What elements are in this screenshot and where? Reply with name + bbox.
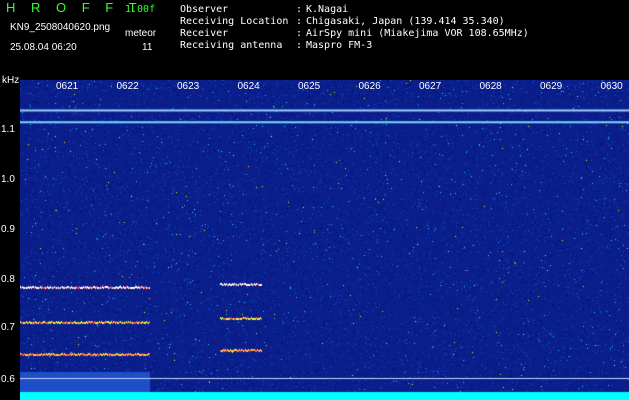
meta-sep: :	[296, 16, 303, 27]
y-axis-label: kHz	[2, 75, 20, 86]
x-tick-label: 0622	[116, 81, 139, 92]
y-tick-label: 1.1	[1, 124, 15, 135]
y-tick-label: 0.6	[1, 374, 15, 385]
meta-sep: :	[296, 28, 303, 39]
x-tick-label: 0630	[600, 81, 623, 92]
x-tick-label: 0628	[479, 81, 502, 92]
x-tick-label: 0626	[358, 81, 381, 92]
y-tick-label: 1.0	[1, 174, 15, 185]
x-tick-label: 0621	[56, 81, 79, 92]
y-tick-label: 0.9	[1, 224, 15, 235]
filename-label: KN9_2508040620.png	[10, 22, 111, 33]
meta-key-receiver: Receiver	[180, 28, 229, 39]
spectrogram-canvas	[20, 80, 629, 400]
header-panel: H R O F F T 1.00f KN9_2508040620.png met…	[0, 0, 629, 74]
count-label: 11	[142, 42, 153, 53]
version-label: 1.00f	[125, 4, 156, 15]
x-tick-label: 0624	[237, 81, 260, 92]
meta-sep: :	[296, 4, 303, 15]
meta-value-antenna: Maspro FM-3	[306, 40, 373, 51]
x-tick-label: 0629	[540, 81, 563, 92]
meta-value-location: Chigasaki, Japan (139.414 35.340)	[306, 16, 505, 27]
meta-value-observer: K.Nagai	[306, 4, 349, 15]
meta-sep: :	[296, 40, 303, 51]
meta-key-location: Receiving Location	[180, 16, 289, 27]
meta-key-observer: Observer	[180, 4, 229, 15]
meta-value-receiver: AirSpy mini (Miakejima VOR 108.65MHz)	[306, 28, 529, 39]
app-name: H R O F F T	[6, 0, 143, 15]
x-tick-label: 0627	[419, 81, 442, 92]
x-tick-label: 0623	[177, 81, 200, 92]
y-tick-label: 0.8	[1, 274, 15, 285]
y-tick-label: 0.7	[1, 322, 15, 333]
mode-label: meteor	[125, 28, 157, 39]
datetime-label: 25.08.04 06:20	[10, 42, 77, 53]
x-tick-label: 0625	[298, 81, 321, 92]
meta-key-antenna: Receiving antenna	[180, 40, 283, 51]
